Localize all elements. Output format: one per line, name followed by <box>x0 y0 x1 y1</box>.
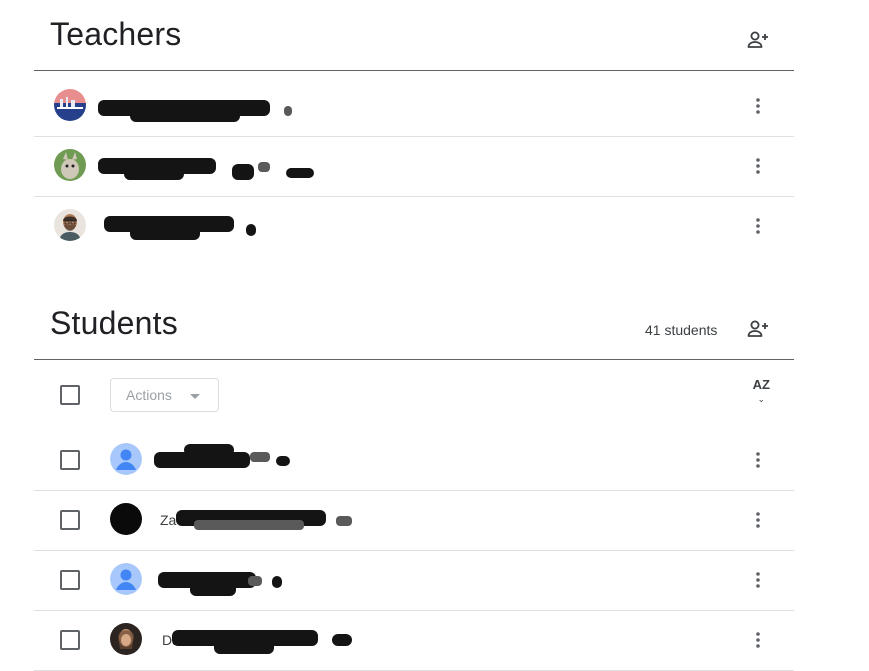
more-options-button[interactable] <box>742 504 774 536</box>
students-toolbar: Actions AZ ⌄ <box>34 360 794 430</box>
student-row[interactable] <box>34 550 794 611</box>
avatar <box>110 563 142 595</box>
avatar <box>54 89 86 121</box>
more-vert-icon <box>756 452 760 468</box>
select-all-checkbox[interactable] <box>60 385 80 405</box>
invite-student-button[interactable] <box>742 313 774 345</box>
student-checkbox[interactable] <box>60 510 80 530</box>
more-vert-icon <box>756 158 760 174</box>
students-header: Students 41 students <box>34 290 794 360</box>
teachers-title: Teachers <box>50 16 182 52</box>
sort-az-icon[interactable]: AZ ⌄ <box>753 378 770 406</box>
avatar <box>110 443 142 475</box>
student-checkbox[interactable] <box>60 570 80 590</box>
more-vert-icon <box>756 632 760 648</box>
student-checkbox[interactable] <box>60 630 80 650</box>
student-name: Za <box>160 512 177 528</box>
avatar <box>54 149 86 181</box>
actions-dropdown[interactable]: Actions <box>110 378 219 412</box>
more-vert-icon <box>756 572 760 588</box>
more-vert-icon <box>756 218 760 234</box>
avatar <box>110 623 142 655</box>
more-options-button[interactable] <box>742 150 774 182</box>
more-vert-icon <box>756 98 760 114</box>
invite-teacher-button[interactable] <box>742 24 774 56</box>
student-row[interactable]: Za <box>34 490 794 551</box>
student-row[interactable] <box>34 430 794 491</box>
avatar <box>54 209 86 241</box>
student-checkbox[interactable] <box>60 450 80 470</box>
avatar <box>110 503 142 535</box>
cat-photo-icon <box>54 149 86 181</box>
more-options-button[interactable] <box>742 210 774 242</box>
default-person-icon <box>110 563 142 595</box>
more-vert-icon <box>756 512 760 528</box>
sort-label: AZ <box>752 377 770 392</box>
person-add-icon <box>747 320 768 337</box>
default-person-icon <box>110 443 142 475</box>
person-photo-icon <box>54 209 86 241</box>
students-title: Students <box>50 305 178 341</box>
actions-label: Actions <box>126 387 172 403</box>
more-options-button[interactable] <box>742 90 774 122</box>
more-options-button[interactable] <box>742 444 774 476</box>
more-options-button[interactable] <box>742 624 774 656</box>
person-photo-icon <box>110 623 142 655</box>
person-add-icon <box>747 31 768 48</box>
teachers-header: Teachers <box>34 0 794 71</box>
teacher-row[interactable] <box>34 76 794 137</box>
more-options-button[interactable] <box>742 564 774 596</box>
teacher-row[interactable] <box>34 196 794 256</box>
student-row[interactable]: Da <box>34 610 794 671</box>
caret-down-icon <box>190 394 200 399</box>
student-count: 41 students <box>645 322 718 338</box>
city-photo-icon <box>54 89 86 121</box>
teacher-row[interactable] <box>34 136 794 197</box>
